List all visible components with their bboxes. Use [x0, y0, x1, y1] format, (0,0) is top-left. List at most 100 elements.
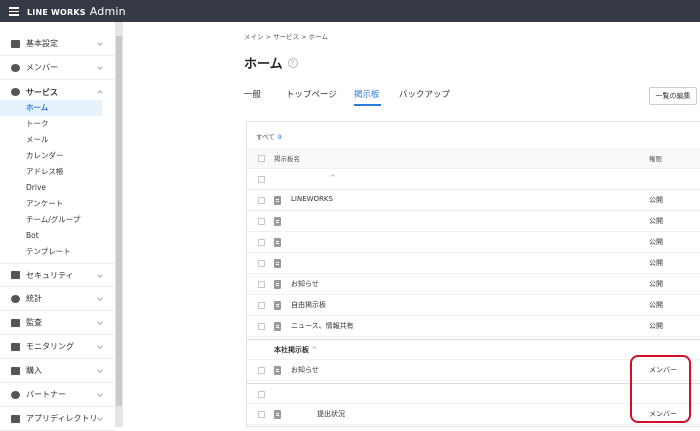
chevron-down-icon — [97, 343, 103, 349]
edit-list-button[interactable]: 一覧の編集 — [649, 87, 697, 105]
document-icon — [274, 280, 281, 289]
sidebar-subitem-template[interactable]: テンプレート — [0, 244, 102, 260]
row-checkbox[interactable] — [258, 323, 265, 330]
board-permission: 公開 — [649, 322, 663, 330]
table-row[interactable]: LINEWORKS 公開 — [247, 190, 700, 211]
help-icon[interactable]: ? — [287, 57, 298, 68]
pie-chart-icon — [11, 294, 20, 303]
sidebar-item-app-directory[interactable]: アプリディレクトリ — [0, 407, 115, 431]
sidebar-item-audit[interactable]: 監査 — [0, 311, 115, 335]
table-row[interactable]: 公開 — [247, 211, 700, 232]
chevron-down-icon — [97, 367, 103, 373]
building-icon — [11, 39, 20, 48]
row-checkbox[interactable] — [258, 176, 265, 183]
document-icon — [274, 196, 281, 205]
sidebar-item-statistics[interactable]: 統計 — [0, 287, 115, 311]
tab-backup[interactable]: バックアップ — [399, 88, 450, 100]
board-permission: 公開 — [649, 217, 663, 225]
table-row-group-collapsed[interactable]: ^ — [247, 169, 700, 190]
sidebar-subitem-home[interactable]: ホーム — [0, 100, 102, 116]
chevron-down-icon — [97, 272, 103, 278]
table-header: 掲示板名 権限 — [247, 148, 700, 169]
board-permission: 公開 — [649, 238, 663, 246]
tab-top-page[interactable]: トップページ — [286, 88, 337, 100]
board-permission: 公開 — [649, 301, 663, 309]
table-row[interactable]: 公開 — [247, 253, 700, 274]
sidebar-subitem-drive[interactable]: Drive — [0, 180, 102, 196]
sidebar-subitem-address-book[interactable]: アドレス帳 — [0, 164, 102, 180]
card-icon — [11, 366, 20, 375]
group-name: 本社掲示板 ^ — [274, 346, 318, 354]
document-icon — [274, 238, 281, 247]
board-name: 提出状況 — [317, 410, 345, 418]
table-row[interactable]: 自由掲示板 公開 — [247, 295, 700, 316]
page-title-wrap: ホーム ? — [244, 53, 298, 72]
sidebar-subitem-survey[interactable]: アンケート — [0, 196, 102, 212]
document-icon — [274, 259, 281, 268]
all-count: 9 — [277, 133, 282, 141]
row-checkbox[interactable] — [258, 367, 265, 374]
chevron-down-icon — [97, 295, 103, 301]
board-name: ニュース、情報共有 — [291, 322, 354, 330]
row-checkbox[interactable] — [258, 260, 265, 267]
document-icon — [274, 410, 281, 419]
users-icon — [11, 63, 20, 72]
row-checkbox[interactable] — [258, 411, 265, 418]
row-checkbox[interactable] — [258, 391, 265, 398]
row-checkbox[interactable] — [258, 281, 265, 288]
table-row[interactable]: お知らせ 公開 — [247, 274, 700, 295]
sidebar-subitem-team-group[interactable]: チーム/グループ — [0, 212, 102, 228]
sidebar-scrollbar-thumb[interactable] — [116, 36, 122, 406]
board-permission: 公開 — [649, 280, 663, 288]
board-name: 自由掲示板 — [291, 301, 326, 309]
document-icon — [274, 322, 281, 331]
document-icon — [274, 301, 281, 310]
layers-icon — [11, 414, 20, 423]
sidebar-item-security[interactable]: セキュリティ — [0, 263, 115, 287]
sidebar-item-basic-settings[interactable]: 基本設定 — [0, 32, 115, 56]
brand-logo[interactable]: LINE WORKS Admin — [27, 5, 126, 18]
top-bar: LINE WORKS Admin — [0, 0, 700, 22]
chevron-up-icon: ^ — [311, 346, 318, 354]
sidebar-subitem-calendar[interactable]: カレンダー — [0, 148, 102, 164]
sidebar-subitem-talk[interactable]: トーク — [0, 116, 102, 132]
row-checkbox[interactable] — [258, 239, 265, 246]
board-permission: 公開 — [649, 259, 663, 267]
document-icon — [274, 366, 281, 375]
tab-general[interactable]: 一般 — [244, 88, 261, 100]
sidebar-item-purchase[interactable]: 購入 — [0, 359, 115, 383]
sidebar-item-monitoring[interactable]: モニタリング — [0, 335, 115, 359]
board-name: お知らせ — [291, 280, 319, 288]
table-row[interactable]: 公開 — [247, 232, 700, 253]
handshake-icon — [11, 390, 20, 399]
chevron-up-icon[interactable]: ^ — [330, 174, 336, 182]
document-icon — [274, 217, 281, 226]
audit-icon — [11, 318, 20, 327]
page-title: ホーム — [244, 57, 283, 72]
sidebar-item-members[interactable]: メンバー — [0, 56, 115, 80]
sidebar-subitem-bot[interactable]: Bot — [0, 228, 102, 244]
all-filter[interactable]: すべて 9 — [256, 131, 282, 141]
chevron-down-icon — [97, 391, 103, 397]
select-all-checkbox[interactable] — [258, 155, 265, 162]
sidebar-item-partner[interactable]: パートナー — [0, 383, 115, 407]
chevron-down-icon — [97, 415, 103, 421]
chevron-down-icon — [97, 40, 103, 46]
sidebar-subitem-mail[interactable]: メール — [0, 132, 102, 148]
gear-icon — [11, 88, 20, 96]
table-row[interactable]: ニュース、情報共有 公開 — [247, 316, 700, 337]
breadcrumb: メイン > サービス > ホーム — [244, 33, 328, 41]
column-board-name: 掲示板名 — [274, 155, 300, 163]
tab-board[interactable]: 掲示板 — [354, 88, 380, 100]
menu-icon[interactable] — [9, 7, 19, 16]
board-name: LINEWORKS — [291, 195, 333, 203]
row-checkbox[interactable] — [258, 218, 265, 225]
board-name: お知らせ — [291, 366, 319, 374]
row-checkbox[interactable] — [258, 197, 265, 204]
highlight-annotation — [630, 355, 691, 423]
monitor-icon — [11, 342, 20, 351]
sidebar: 基本設定 メンバー サービス ホーム トーク メール カレンダー アドレス帳 D… — [0, 22, 115, 431]
row-checkbox[interactable] — [258, 302, 265, 309]
board-permission: 公開 — [649, 196, 663, 204]
chevron-down-icon — [97, 319, 103, 325]
